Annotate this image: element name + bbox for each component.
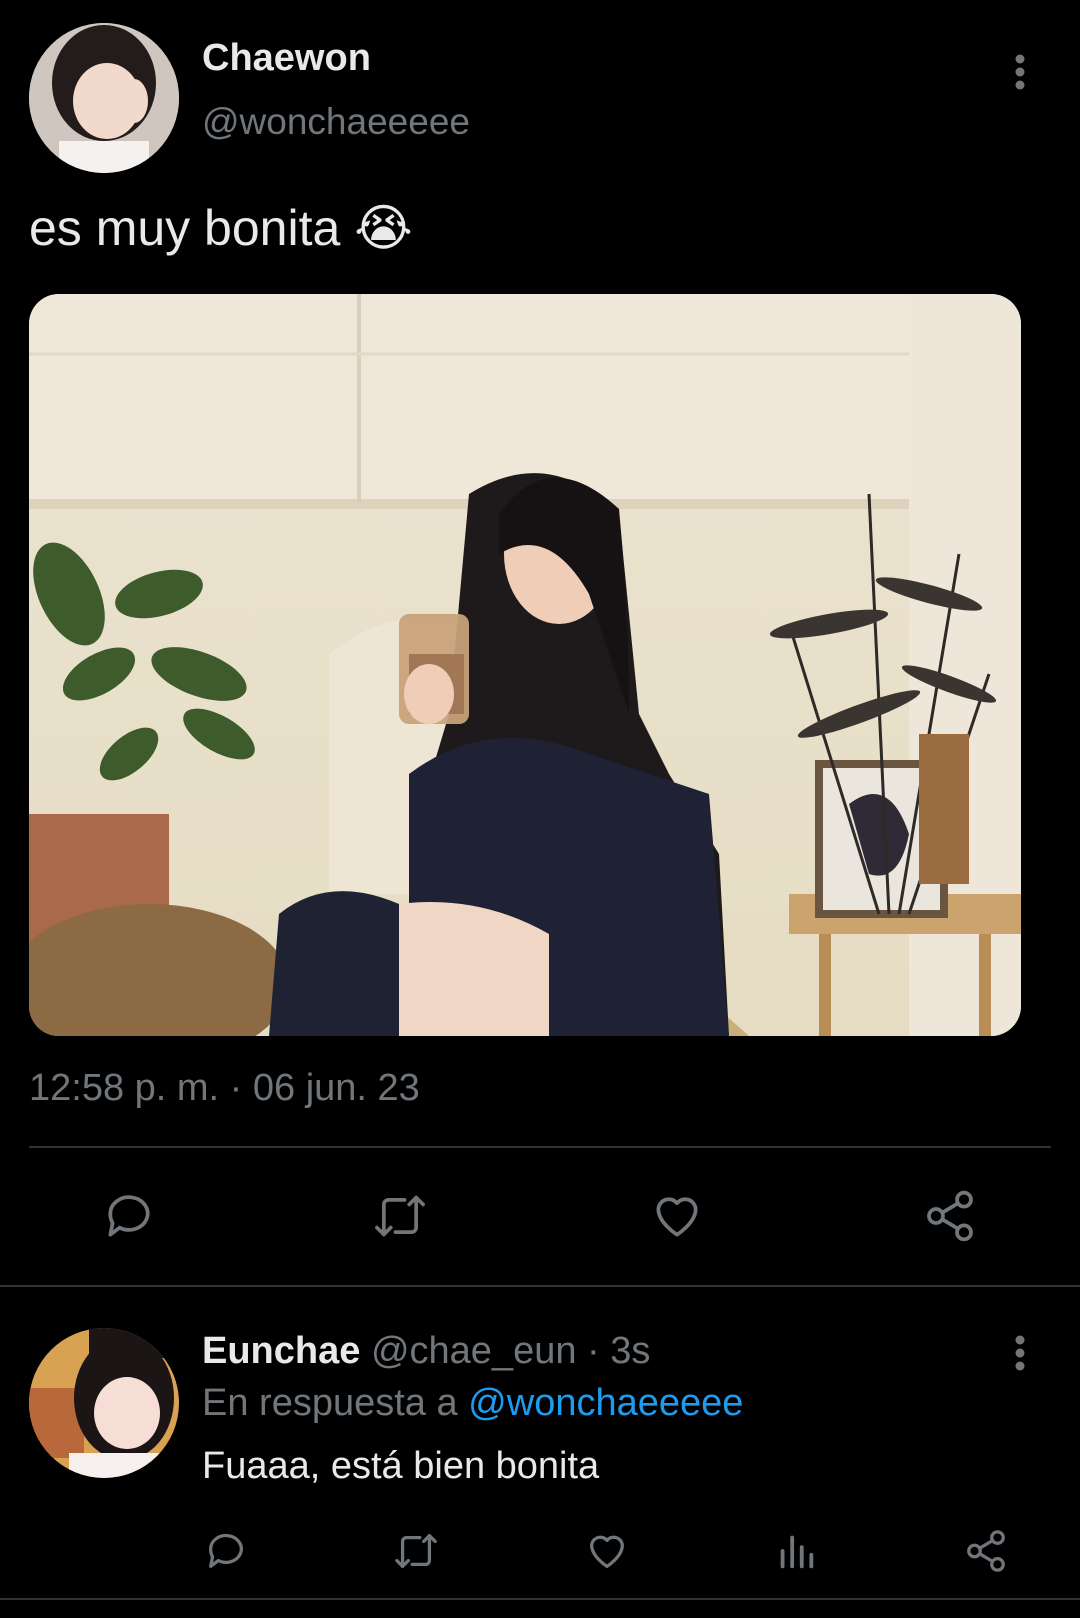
more-vertical-icon[interactable]	[1005, 52, 1035, 92]
reply-text: Fuaaa, está bien bonita	[202, 1445, 600, 1487]
reply-reply-icon[interactable]	[203, 1528, 249, 1574]
tweet-text-content: es muy bonita	[29, 200, 341, 256]
reply-handle-time[interactable]: @chae_eun · 3s	[371, 1330, 650, 1372]
reply-display-name[interactable]: Eunchae	[202, 1330, 360, 1372]
replying-to-link[interactable]: @wonchaeeeee	[468, 1382, 743, 1424]
replying-prefix: En respuesta a	[202, 1382, 458, 1424]
reply-avatar-art	[29, 1328, 179, 1478]
tweet-timestamp[interactable]: 12:58 p. m. · 06 jun. 23	[29, 1066, 420, 1110]
author-avatar[interactable]	[29, 23, 179, 173]
retweet-icon[interactable]	[370, 1188, 430, 1244]
reply-header: Eunchae @chae_eun · 3s	[202, 1329, 650, 1373]
replying-to-line: En respuesta a @wonchaeeeee	[202, 1381, 743, 1425]
photo-image	[29, 294, 1021, 1036]
thread-divider	[0, 1285, 1080, 1287]
share-icon[interactable]	[922, 1188, 978, 1244]
author-handle[interactable]: @wonchaeeeee	[202, 100, 470, 144]
reply-author-avatar[interactable]	[29, 1328, 179, 1478]
reply-stats-icon[interactable]	[776, 1528, 816, 1574]
reply-icon[interactable]	[101, 1188, 157, 1244]
author-display-name[interactable]: Chaewon	[202, 36, 371, 80]
crying-face-emoji: 😭	[354, 200, 413, 256]
reply-retweet-icon[interactable]	[391, 1528, 441, 1574]
author-avatar-art	[29, 23, 179, 173]
tweet-text: es muy bonita 😭	[29, 198, 413, 258]
bottom-divider	[0, 1598, 1080, 1600]
reply-like-icon[interactable]	[583, 1528, 631, 1574]
tweet-photo[interactable]	[29, 294, 1021, 1036]
reply-share-icon[interactable]	[963, 1528, 1009, 1574]
like-icon[interactable]	[648, 1188, 706, 1244]
timestamp-divider	[29, 1146, 1051, 1148]
reply-more-vertical-icon[interactable]	[1005, 1333, 1035, 1373]
